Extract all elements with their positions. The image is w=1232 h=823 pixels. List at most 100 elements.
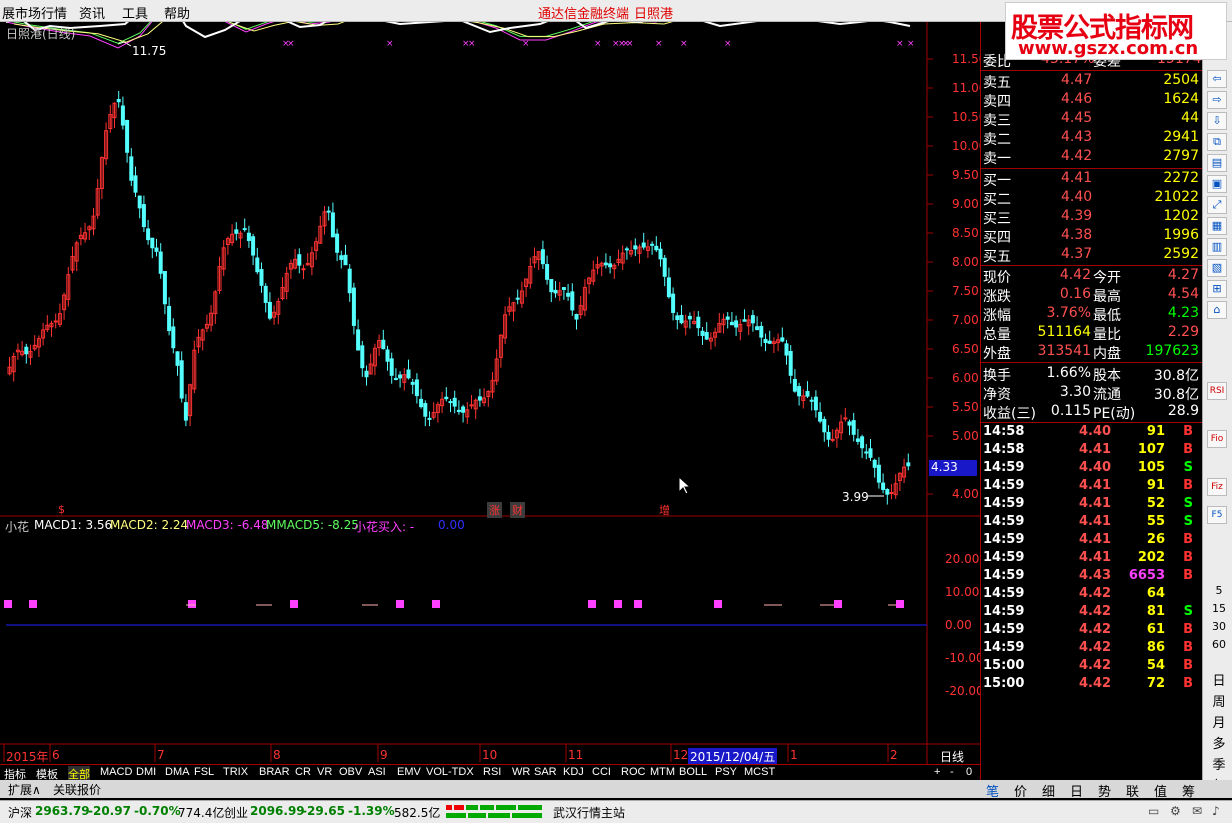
toolbar-icon[interactable]: ▣ [1207, 175, 1227, 193]
toolbar-icon[interactable]: ▥ [1207, 238, 1227, 256]
toolbar-icon[interactable]: ▤ [1207, 154, 1227, 172]
gear-icon[interactable]: ⚙ [1170, 804, 1181, 818]
tick-volume: 64 [1146, 586, 1165, 601]
ask-row: 卖四 4.46 1624 [981, 91, 1203, 110]
bid-label: 买一 [983, 173, 1011, 189]
quote-tab[interactable]: 日 [1070, 781, 1083, 800]
station-name[interactable]: 武汉行情主站 [553, 804, 625, 821]
cy-value: 2096.99 [250, 804, 305, 818]
indicator-tab[interactable]: MTM [650, 766, 675, 778]
bell-icon[interactable]: ♪ [1212, 804, 1220, 818]
period-button[interactable]: 30 [1209, 620, 1229, 633]
quote-tab[interactable]: 价 [1014, 781, 1027, 800]
indicator-tab[interactable]: CR [295, 766, 311, 778]
menu-news[interactable]: 资讯 [79, 3, 105, 22]
mail-icon[interactable]: ✉ [1192, 804, 1202, 818]
period-button[interactable]: 60 [1209, 638, 1229, 651]
candle-body [868, 448, 873, 458]
stat-label: 今开 [1093, 270, 1121, 286]
indicator-tab[interactable]: PSY [715, 766, 737, 778]
tick-time: 14:59 [983, 640, 1025, 655]
tab-control-button[interactable]: - [950, 766, 954, 778]
quote-tab[interactable]: 值 [1154, 781, 1167, 800]
event-marker-dollar[interactable]: $ [58, 503, 65, 516]
period-button[interactable]: 5 [1209, 584, 1229, 597]
tick-price: 4.42 [1079, 640, 1112, 655]
indicator-tab[interactable]: FSL [194, 766, 214, 778]
quote-tab[interactable]: 细 [1042, 781, 1055, 800]
toolbar-icon[interactable]: ⇩ [1207, 112, 1227, 130]
indicator-tab[interactable]: KDJ [563, 766, 584, 778]
period-label[interactable]: 日线 [940, 748, 964, 765]
event-marker-cai[interactable]: 财 [510, 502, 525, 518]
candle-body [125, 119, 130, 153]
candle-body [167, 305, 172, 332]
indicator-tab[interactable]: TRIX [223, 766, 248, 778]
ask-label: 卖一 [983, 151, 1011, 167]
toolbar-icon[interactable]: ⌂ [1207, 301, 1227, 319]
toolbar-icon[interactable]: ▦ [1207, 217, 1227, 235]
indicator-tab[interactable]: DMI [136, 766, 156, 778]
indicator-tab[interactable]: BOLL [679, 766, 707, 778]
indicator-tab[interactable]: CCI [592, 766, 611, 778]
ask-row: 卖一 4.42 2797 [981, 148, 1203, 167]
toolbar-icon[interactable]: ⤢ [1207, 196, 1227, 214]
buy-signal-marker [188, 600, 196, 608]
indicator-tab[interactable]: ASI [368, 766, 386, 778]
quote-tab[interactable]: 筹 [1182, 781, 1195, 800]
candle-body [150, 237, 155, 249]
indicator-tab[interactable]: EMV [397, 766, 421, 778]
toolbar-icon[interactable]: ⧉ [1207, 133, 1227, 151]
tick-side: S [1183, 496, 1193, 511]
indicator-tab[interactable]: SAR [534, 766, 557, 778]
tab-control-button[interactable]: + [934, 766, 940, 778]
toolbar-f5-button[interactable]: F5 [1207, 506, 1227, 524]
period-button[interactable]: 季 [1209, 754, 1229, 773]
indicator-name[interactable]: 小花 [5, 518, 29, 535]
indicator-tab[interactable]: MACD [100, 766, 132, 778]
candle-body [826, 431, 831, 440]
menu-tools[interactable]: 工具 [122, 3, 148, 22]
quote-tab[interactable]: 势 [1098, 781, 1111, 800]
tab-control-button[interactable]: 0 [966, 766, 972, 778]
toolbar-icon[interactable]: ⇨ [1207, 91, 1227, 109]
indicator-tab[interactable]: VR [317, 766, 332, 778]
period-button[interactable]: 15 [1209, 602, 1229, 615]
period-button[interactable]: 周 [1209, 691, 1229, 710]
toolbar-fiz-button[interactable]: Fiz [1207, 478, 1227, 496]
menu-market[interactable]: 展市场行情 [2, 3, 67, 22]
period-button[interactable]: 月 [1209, 712, 1229, 731]
indicator-tab[interactable]: MCST [744, 766, 775, 778]
quote-tab[interactable]: 联 [1126, 781, 1139, 800]
indicator-tab[interactable]: BRAR [259, 766, 290, 778]
event-marker-zeng[interactable]: 增 [659, 502, 670, 518]
toolbar-icon[interactable]: ⊞ [1207, 280, 1227, 298]
tab-related-quote[interactable]: 关联报价 [53, 781, 101, 798]
indicator-tab[interactable]: RSI [483, 766, 501, 778]
price-tick: 8.50 [952, 226, 979, 240]
period-button[interactable]: 日 [1209, 670, 1229, 689]
event-marker-zhang[interactable]: 涨 [487, 502, 502, 518]
toolbar-rsi-button[interactable]: RSI [1207, 382, 1227, 400]
candle-body [246, 232, 251, 242]
indicator-tab[interactable]: DMA [165, 766, 189, 778]
indicator-tab[interactable]: WR [512, 766, 530, 778]
indicator-tab[interactable]: OBV [339, 766, 362, 778]
ask-volume: 2797 [1163, 148, 1199, 164]
tab-expand[interactable]: 扩展∧ [8, 781, 41, 798]
window-icon[interactable]: ▭ [1148, 804, 1159, 818]
kline-svg[interactable]: ×× × ×× × × ×××× × × × × × [0, 22, 980, 764]
toolbar-fio-button[interactable]: Fio [1207, 430, 1227, 448]
indicator-tab[interactable]: ROC [621, 766, 645, 778]
menu-help[interactable]: 帮助 [164, 3, 190, 22]
toolbar-icon[interactable]: ⇦ [1207, 70, 1227, 88]
period-button[interactable]: 多 [1209, 733, 1229, 752]
tick-price: 4.43 [1079, 568, 1112, 583]
toolbar-icon[interactable]: ▧ [1207, 259, 1227, 277]
stat-label: 总量 [983, 327, 1011, 343]
tick-price: 4.41 [1079, 442, 1112, 457]
indicator-tab[interactable]: VOL-TDX [426, 766, 474, 778]
candle-body [666, 277, 671, 298]
quote-tab[interactable]: 笔 [986, 781, 999, 800]
chart-area[interactable]: × × × × × × × × × × × × × × × × 日照港(日线) 11.75 3.99 4.33… [0, 22, 986, 772]
